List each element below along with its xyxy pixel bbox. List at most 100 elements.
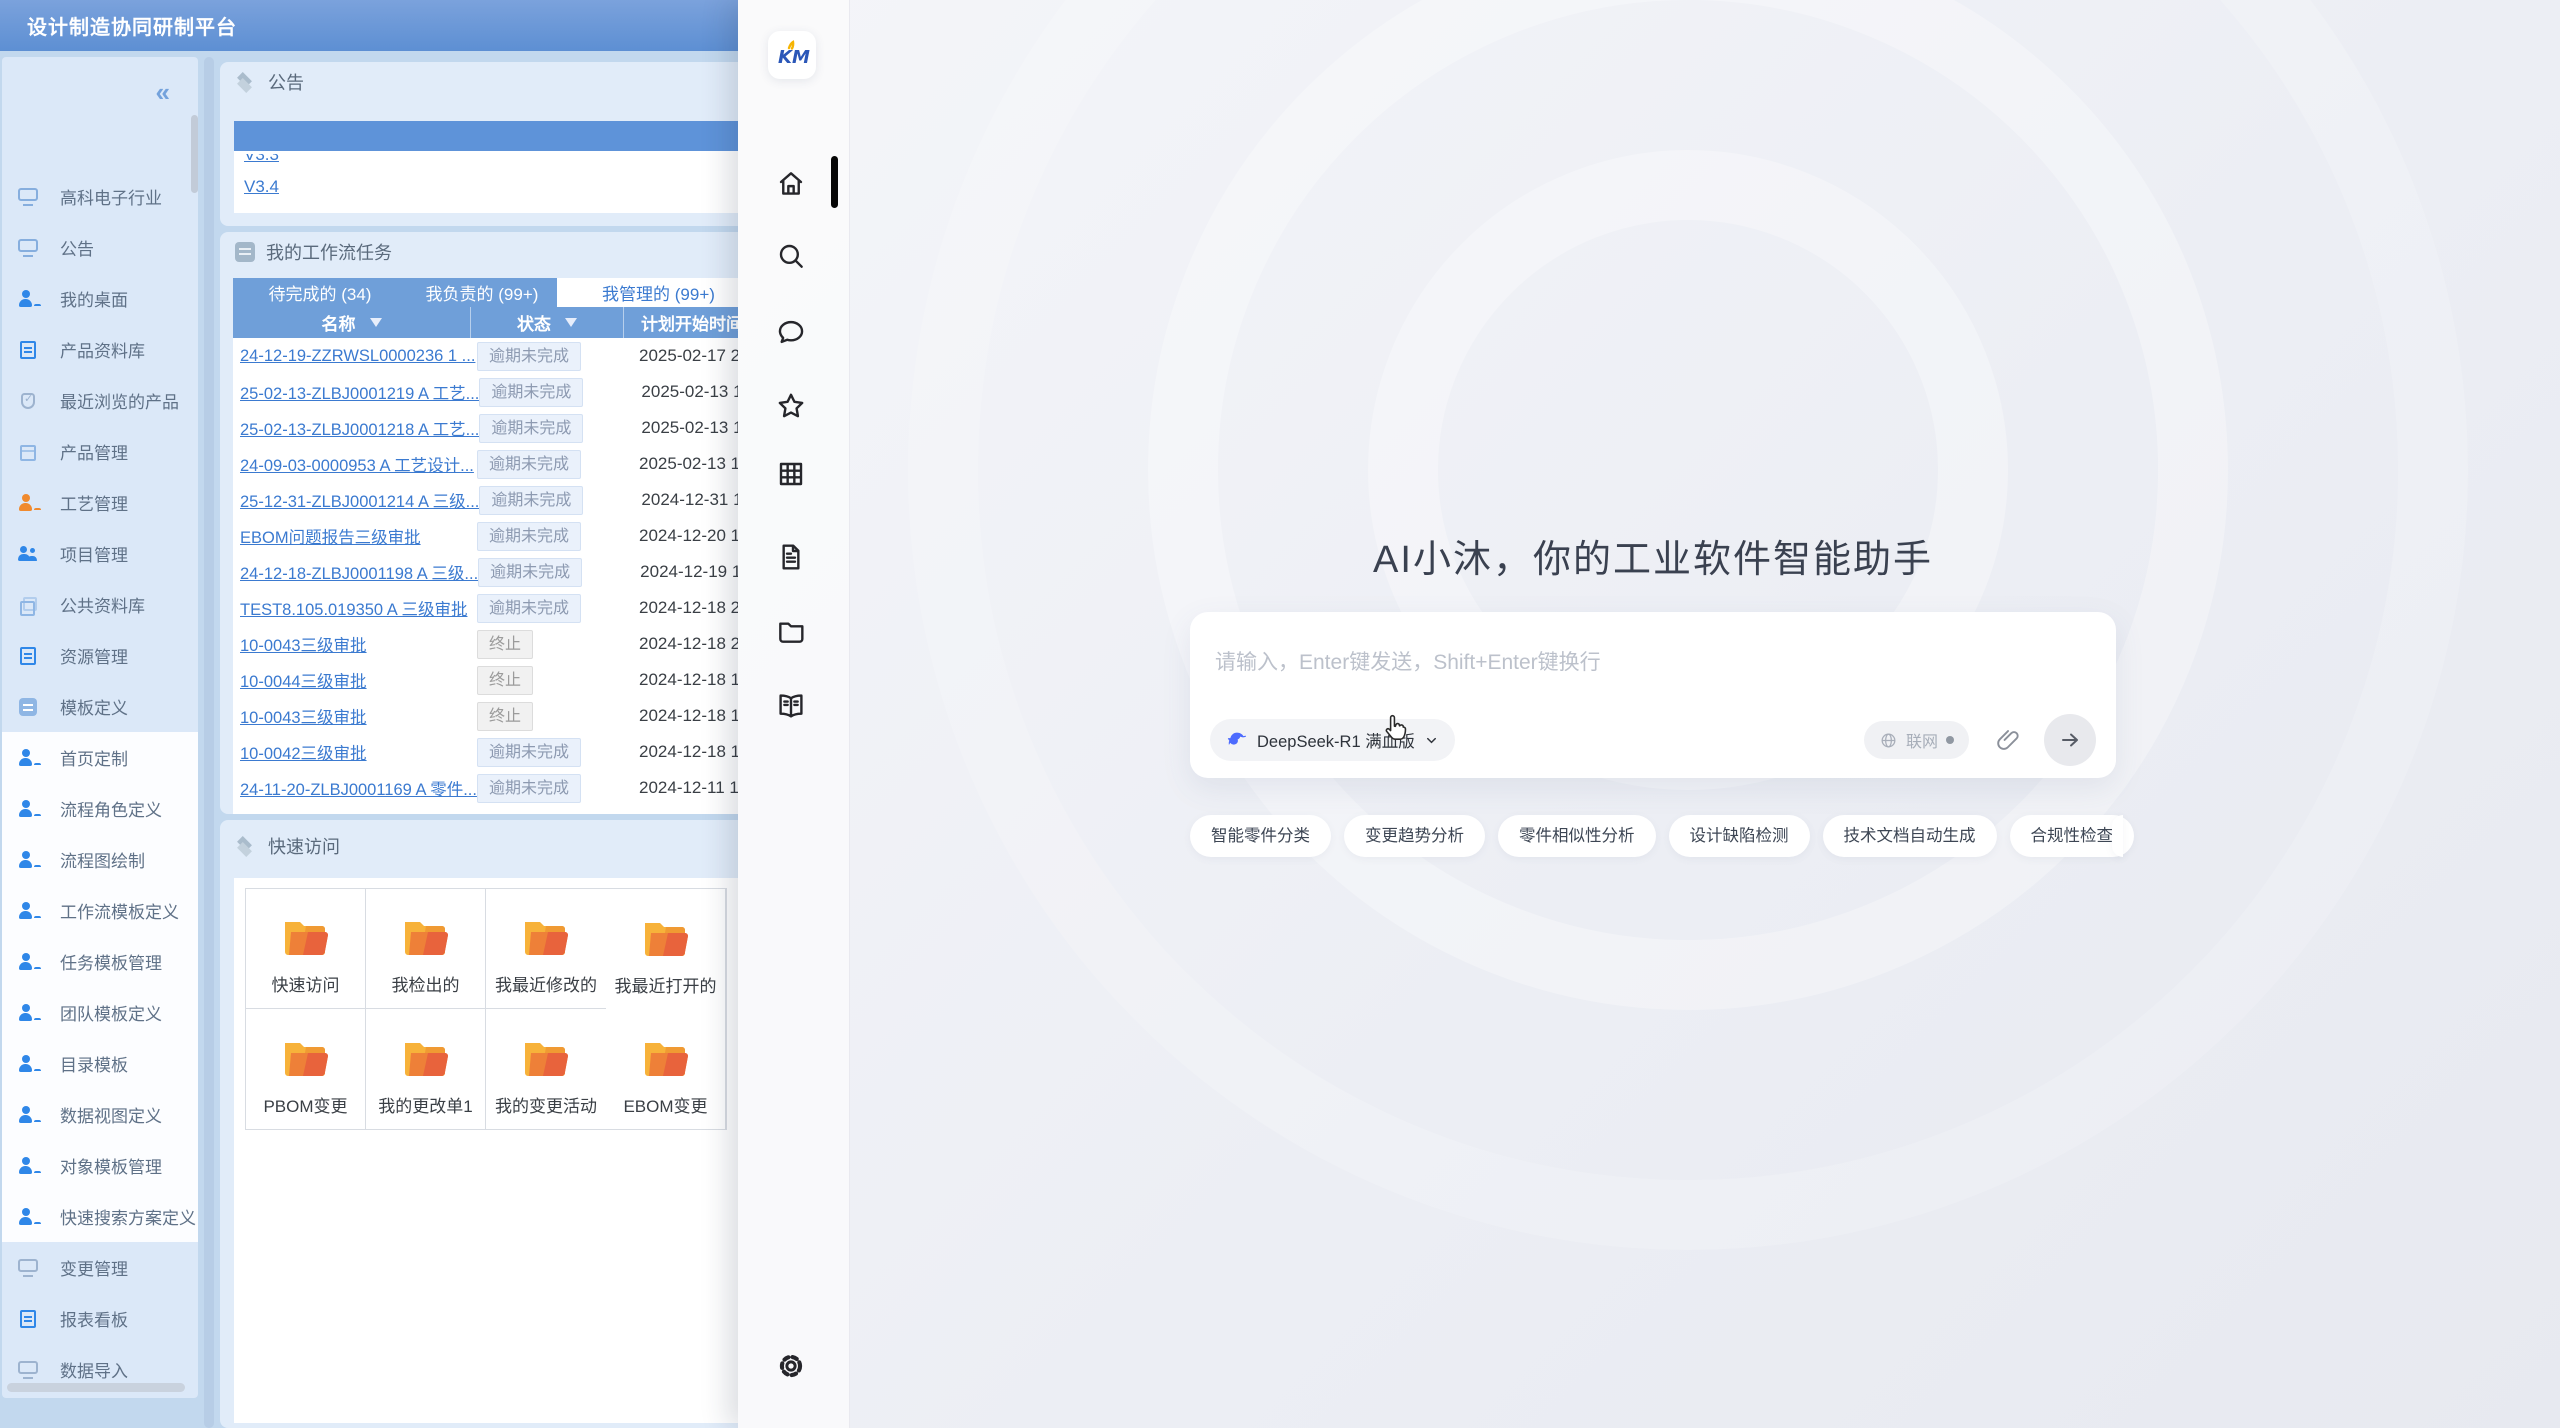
attach-button[interactable] <box>1995 727 2022 754</box>
km-logo[interactable]: KM <box>768 31 816 79</box>
sidebar-item[interactable]: 任务模板管理 <box>2 936 198 987</box>
mouse-cursor <box>1378 712 1412 751</box>
sidebar-item[interactable]: 资源管理 <box>2 630 198 681</box>
web-search-state-dot <box>1946 736 1954 744</box>
suggestion-chip[interactable]: 技术文档自动生成 <box>1823 815 1997 857</box>
sidebar-item[interactable]: 流程角色定义 <box>2 783 198 834</box>
sidebar-item[interactable]: 最近浏览的产品 <box>2 375 198 426</box>
apps-grid-icon[interactable] <box>775 458 807 490</box>
sidebar-item[interactable]: 项目管理 <box>2 528 198 579</box>
task-link[interactable]: 10-0044三级审批 <box>240 673 367 691</box>
deepseek-whale-icon <box>1226 729 1248 751</box>
task-link[interactable]: 24-12-19-ZZRWSL0000236 1 ... <box>240 347 475 365</box>
sidebar-item[interactable]: 目录模板 <box>2 1038 198 1089</box>
tasks-tab[interactable]: 我管理的 (99+) <box>557 278 738 307</box>
task-start-time: 2024-12-19 11 <box>640 562 738 582</box>
table-row: 25-02-13-ZLBJ0001218 A 工艺... 逾期未完成 2025-… <box>233 410 738 446</box>
sidebar-item[interactable]: 流程图绘制 <box>2 834 198 885</box>
folder-label: 我最近打开的 <box>615 972 717 997</box>
folder-item[interactable]: 我的更改单1 <box>366 1009 486 1129</box>
sidebar-item[interactable]: 首页定制 <box>2 732 198 783</box>
sidebar-item[interactable]: 数据视图定义 <box>2 1089 198 1140</box>
content-scrollbar[interactable] <box>204 57 214 1428</box>
tasks-title: 我的工作流任务 <box>266 239 392 265</box>
suggestion-chip[interactable]: 智能零件分类 <box>1190 815 1331 857</box>
task-link[interactable]: 25-02-13-ZLBJ0001218 A 工艺... <box>240 421 479 439</box>
folder-item[interactable]: 我检出的 <box>366 889 486 1009</box>
knowledge-book-icon[interactable] <box>775 690 807 722</box>
suggestion-chip[interactable]: 设计缺陷检测 <box>1669 815 1810 857</box>
search-icon[interactable] <box>775 240 807 272</box>
filter-funnel-icon[interactable] <box>565 318 577 327</box>
home-icon[interactable] <box>775 168 807 200</box>
task-start-time: 2024-12-11 14 <box>639 778 738 798</box>
task-link[interactable]: TEST8.105.019350 A 三级审批 <box>240 601 467 619</box>
announcement-link[interactable]: V3.3 <box>244 154 279 165</box>
sidebar-item[interactable]: 工艺管理 <box>2 477 198 528</box>
task-link[interactable]: 24-09-03-0000953 A 工艺设计... <box>240 457 474 475</box>
table-row: 25-12-31-ZLBJ0001214 A 三级... 逾期未完成 2024-… <box>233 482 738 518</box>
sidebar-item[interactable]: 报表看板 <box>2 1293 198 1344</box>
sidebar-item[interactable]: 快速搜索方案定义 <box>2 1191 198 1242</box>
announcement-item[interactable]: V3.3 <box>234 154 738 169</box>
task-link[interactable]: 25-02-13-ZLBJ0001219 A 工艺... <box>240 385 479 403</box>
sidebar-horizontal-scrollbar[interactable] <box>7 1383 185 1392</box>
sidebar-item[interactable]: 工作流模板定义 <box>2 885 198 936</box>
web-search-toggle[interactable]: 联网 <box>1864 721 1969 759</box>
task-start-time: 2025-02-13 15 <box>639 454 738 474</box>
sidebar-item[interactable]: 对象模板管理 <box>2 1140 198 1191</box>
folder-item[interactable]: 我最近打开的 <box>606 889 726 1009</box>
status-badge: 终止 <box>477 630 533 659</box>
task-link[interactable]: 25-12-31-ZLBJ0001214 A 三级... <box>240 493 479 511</box>
announcement-link[interactable]: V3.4 <box>244 177 279 196</box>
folder-icon <box>401 915 451 957</box>
task-link[interactable]: 10-0043三级审批 <box>240 637 367 655</box>
sidebar-collapse-icon[interactable]: « <box>156 79 170 105</box>
task-link[interactable]: 10-0042三级审批 <box>240 745 367 763</box>
sidebar-item[interactable]: 公共资料库 <box>2 579 198 630</box>
sidebar-item[interactable]: 我的桌面 <box>2 273 198 324</box>
message-composer[interactable]: 请输入，Enter键发送，Shift+Enter键换行 DeepSeek-R1 … <box>1190 612 2116 778</box>
announcement-item[interactable]: V3.4 <box>234 177 738 197</box>
sidebar-item[interactable]: 产品资料库 <box>2 324 198 375</box>
sidebar-item-icon <box>18 748 38 768</box>
settings-gear-icon[interactable] <box>775 1350 807 1382</box>
suggestion-chip[interactable]: 变更趋势分析 <box>1344 815 1485 857</box>
status-badge: 终止 <box>477 666 533 695</box>
sidebar-vertical-scrollbar[interactable] <box>191 115 198 193</box>
suggestion-chip[interactable]: 零件相似性分析 <box>1498 815 1656 857</box>
sidebar-item-icon <box>18 850 38 870</box>
document-icon[interactable] <box>775 541 807 573</box>
sidebar-item[interactable]: 变更管理 <box>2 1242 198 1293</box>
tasks-tab[interactable]: 我负责的 (99+) <box>407 278 557 307</box>
sidebar-item[interactable]: 系统定制 <box>2 1395 198 1398</box>
sidebar-item[interactable]: 模板定义 <box>2 681 198 732</box>
sidebar-item[interactable]: 公告 <box>2 222 198 273</box>
tasks-header: 我的工作流任务 <box>220 232 738 272</box>
folder-nav-icon[interactable] <box>775 615 807 647</box>
task-link[interactable]: 24-12-18-ZLBJ0001198 A 三级... <box>240 565 478 583</box>
send-button[interactable] <box>2044 714 2096 766</box>
task-start-time: 2025-02-13 15 <box>641 418 738 438</box>
partial-chip[interactable] <box>2112 815 2123 857</box>
announcement-item[interactable] <box>234 121 738 151</box>
folder-item[interactable]: PBOM变更 <box>246 1009 366 1129</box>
chat-icon[interactable] <box>775 316 807 348</box>
star-icon[interactable] <box>775 390 807 422</box>
tasks-tab[interactable]: 待完成的 (34) <box>233 278 407 307</box>
model-selector[interactable]: DeepSeek-R1 满血版 <box>1210 719 1455 761</box>
folder-item[interactable]: EBOM变更 <box>606 1009 726 1129</box>
task-link[interactable]: 10-0043三级审批 <box>240 709 367 727</box>
sidebar-item[interactable]: 团队模板定义 <box>2 987 198 1038</box>
sidebar-item[interactable]: 高科电子行业 <box>2 171 198 222</box>
folder-icon <box>641 916 691 958</box>
folder-item[interactable]: 快速访问 <box>246 889 366 1009</box>
sidebar-item[interactable]: 产品管理 <box>2 426 198 477</box>
tasklist-icon <box>234 241 256 263</box>
sidebar-item-icon <box>18 646 38 666</box>
folder-item[interactable]: 我的变更活动 <box>486 1009 606 1129</box>
filter-funnel-icon[interactable] <box>370 318 382 327</box>
task-link[interactable]: EBOM问题报告三级审批 <box>240 529 421 547</box>
task-link[interactable]: 24-11-20-ZLBJ0001169 A 零件... <box>240 781 477 799</box>
folder-item[interactable]: 我最近修改的 <box>486 889 606 1009</box>
